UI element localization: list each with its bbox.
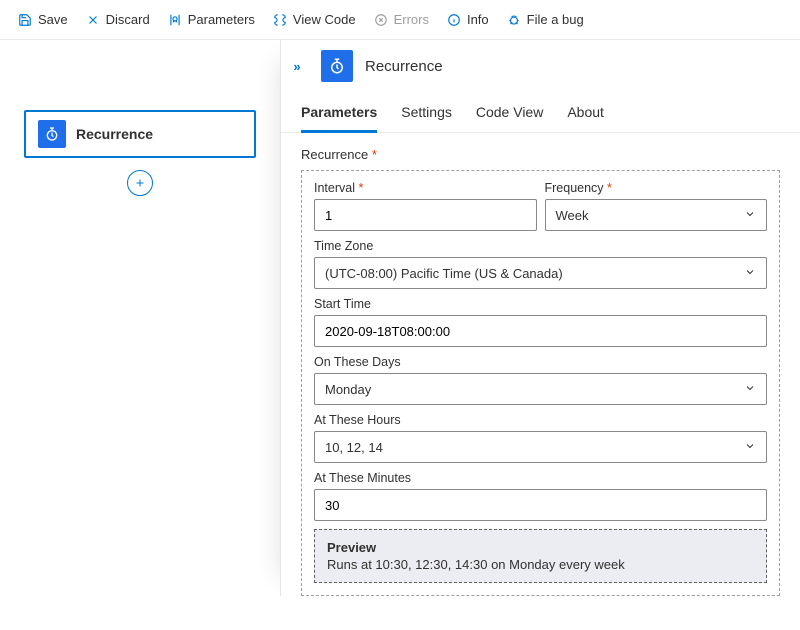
preview-title: Preview (327, 540, 754, 555)
view-code-button[interactable]: View Code (267, 8, 362, 31)
discard-label: Discard (106, 12, 150, 27)
timezone-select[interactable]: (UTC-08:00) Pacific Time (US & Canada) (314, 257, 767, 289)
timer-icon (38, 120, 66, 148)
parameters-label: Parameters (188, 12, 255, 27)
discard-icon (86, 13, 100, 27)
days-select[interactable]: Monday (314, 373, 767, 405)
frequency-select[interactable]: Week (545, 199, 768, 231)
info-label: Info (467, 12, 489, 27)
recurrence-node[interactable]: Recurrence (24, 110, 256, 158)
chevron-down-icon (744, 266, 756, 281)
bug-icon (507, 13, 521, 27)
add-step-row (24, 170, 256, 196)
minutes-input-text[interactable] (325, 491, 756, 519)
recurrence-fieldset: Interval Frequency Week (301, 170, 780, 596)
tab-parameters[interactable]: Parameters (301, 96, 377, 133)
content-area: Recurrence » Recurrence Parameters Setti… (0, 40, 800, 596)
panel-header: Recurrence (281, 40, 800, 96)
command-bar: Save Discard Parameters View Code Errors… (0, 0, 800, 40)
days-value: Monday (325, 382, 371, 397)
save-icon (18, 13, 32, 27)
hours-label: At These Hours (314, 413, 767, 427)
save-label: Save (38, 12, 68, 27)
start-time-label: Start Time (314, 297, 767, 311)
parameters-button[interactable]: Parameters (162, 8, 261, 31)
preview-text: Runs at 10:30, 12:30, 14:30 on Monday ev… (327, 557, 754, 572)
frequency-label: Frequency (545, 181, 768, 195)
tab-code-view[interactable]: Code View (476, 96, 543, 132)
start-time-input-text[interactable] (325, 317, 756, 345)
interval-input[interactable] (314, 199, 537, 231)
chevron-down-icon (744, 382, 756, 397)
hours-select[interactable]: 10, 12, 14 (314, 431, 767, 463)
days-label: On These Days (314, 355, 767, 369)
parameters-icon (168, 13, 182, 27)
timezone-value: (UTC-08:00) Pacific Time (US & Canada) (325, 266, 563, 281)
tab-about[interactable]: About (567, 96, 604, 132)
errors-label: Errors (394, 12, 429, 27)
minutes-label: At These Minutes (314, 471, 767, 485)
errors-button: Errors (368, 8, 435, 31)
discard-button[interactable]: Discard (80, 8, 156, 31)
chevron-down-icon (744, 208, 756, 223)
details-panel: » Recurrence Parameters Settings Code Vi… (280, 40, 800, 596)
hours-value: 10, 12, 14 (325, 440, 383, 455)
code-icon (273, 13, 287, 27)
info-button[interactable]: Info (441, 8, 495, 31)
panel-title: Recurrence (365, 58, 443, 75)
timezone-label: Time Zone (314, 239, 767, 253)
start-time-input[interactable] (314, 315, 767, 347)
section-label: Recurrence (301, 147, 780, 162)
file-bug-button[interactable]: File a bug (501, 8, 590, 31)
designer-canvas: Recurrence (0, 40, 280, 596)
save-button[interactable]: Save (12, 8, 74, 31)
minutes-input[interactable] (314, 489, 767, 521)
timer-icon (321, 50, 353, 82)
interval-label: Interval (314, 181, 537, 195)
collapse-panel-button[interactable]: » (287, 56, 307, 76)
tab-settings[interactable]: Settings (401, 96, 452, 132)
panel-tabs: Parameters Settings Code View About (281, 96, 800, 133)
info-icon (447, 13, 461, 27)
error-icon (374, 13, 388, 27)
parameters-section: Recurrence Interval Frequency Week (281, 133, 800, 596)
view-code-label: View Code (293, 12, 356, 27)
chevron-down-icon (744, 440, 756, 455)
file-bug-label: File a bug (527, 12, 584, 27)
node-title: Recurrence (76, 126, 153, 142)
add-step-button[interactable] (127, 170, 153, 196)
interval-input-text[interactable] (325, 201, 526, 229)
preview-box: Preview Runs at 10:30, 12:30, 14:30 on M… (314, 529, 767, 583)
frequency-value: Week (556, 208, 589, 223)
